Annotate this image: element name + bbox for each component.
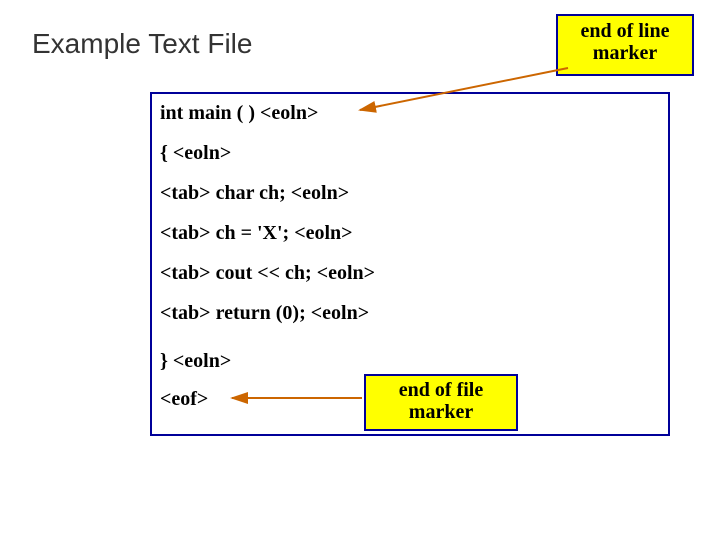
eof-marker: <eof> — [160, 388, 208, 410]
end-of-file-label-box: end of file marker — [364, 374, 518, 431]
code-frame: int main ( ) <eoln> { <eoln> <tab> char … — [150, 92, 670, 436]
code-text: return (0); — [211, 302, 311, 324]
eoln-marker: <eoln> — [311, 302, 369, 324]
code-line-8: <eof> — [160, 388, 208, 411]
eol-label-line1: end of line — [558, 20, 692, 42]
code-text: char ch; — [211, 182, 291, 204]
code-line-4: <tab> ch = 'X'; <eoln> — [160, 222, 353, 245]
code-line-3: <tab> char ch; <eoln> — [160, 182, 349, 205]
code-line-6: <tab> return (0); <eoln> — [160, 302, 369, 325]
eoln-marker: <eoln> — [260, 102, 318, 124]
tab-marker: <tab> — [160, 222, 211, 244]
eoln-marker: <eoln> — [317, 262, 375, 284]
eof-label-line1: end of file — [366, 379, 516, 401]
eoln-marker: <eoln> — [291, 182, 349, 204]
code-text: } — [160, 350, 173, 372]
eof-label-line2: marker — [366, 401, 516, 423]
tab-marker: <tab> — [160, 182, 211, 204]
code-text: ch = 'X'; — [211, 222, 295, 244]
eoln-marker: <eoln> — [173, 350, 231, 372]
code-text: int main ( ) — [160, 102, 260, 124]
eol-label-line2: marker — [558, 42, 692, 64]
tab-marker: <tab> — [160, 262, 211, 284]
code-text: cout << ch; — [211, 262, 317, 284]
code-line-1: int main ( ) <eoln> — [160, 102, 318, 125]
code-line-5: <tab> cout << ch; <eoln> — [160, 262, 375, 285]
code-text: { — [160, 142, 173, 164]
code-line-2: { <eoln> — [160, 142, 231, 165]
end-of-line-label-box: end of line marker — [556, 14, 694, 76]
eoln-marker: <eoln> — [294, 222, 352, 244]
page-title: Example Text File — [32, 28, 252, 60]
tab-marker: <tab> — [160, 302, 211, 324]
eoln-marker: <eoln> — [173, 142, 231, 164]
code-line-7: } <eoln> — [160, 350, 231, 373]
